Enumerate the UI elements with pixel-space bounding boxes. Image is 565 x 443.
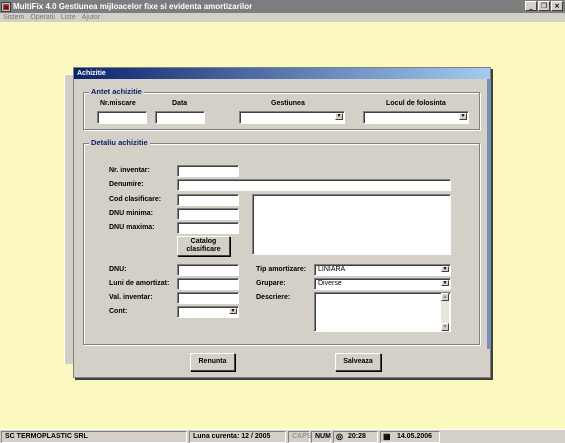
scroll-up-icon[interactable]: ▲ — [441, 293, 449, 301]
date-value: 14.05.2006 — [397, 433, 433, 440]
detaliu-legend: Detaliu achizitie — [89, 138, 150, 147]
dnu-minima-input[interactable] — [177, 208, 239, 220]
grupare-value: Diverse — [318, 280, 342, 287]
tip-amortizare-select[interactable]: LINIARA ▼ — [314, 264, 451, 276]
chevron-down-icon[interactable]: ▼ — [229, 308, 237, 314]
antet-group: Antet achizitie Nr.miscare Data Gestiune… — [83, 87, 480, 130]
cod-clasificare-input[interactable] — [177, 194, 239, 206]
antet-legend: Antet achizitie — [89, 87, 144, 96]
clock-icon: ◎ — [336, 432, 343, 441]
company-name: SC TERMOPLASTIC SRL — [1, 431, 187, 443]
dnu-label: DNU: — [109, 266, 127, 273]
chevron-down-icon[interactable]: ▼ — [441, 280, 449, 286]
tip-amortizare-value: LINIARA — [318, 266, 346, 273]
denumire-label: Denumire: — [109, 181, 144, 188]
scroll-down-icon[interactable]: ▼ — [441, 323, 449, 331]
luna-curenta: Luna curenta: 12 / 2005 — [189, 431, 286, 443]
dnu-input[interactable] — [177, 264, 239, 276]
val-inventar-label: Val. inventar: — [109, 294, 153, 301]
menu-sistem[interactable]: Sistem — [3, 14, 24, 21]
statusbar: SC TERMOPLASTIC SRL Luna curenta: 12 / 2… — [0, 429, 565, 443]
num-indicator: NUM — [311, 431, 331, 443]
tip-amortizare-label: Tip amortizare: — [256, 266, 307, 273]
grupare-select[interactable]: Diverse ▼ — [314, 278, 451, 290]
chevron-down-icon[interactable]: ▼ — [335, 113, 343, 120]
locul-select[interactable]: ▼ — [363, 111, 469, 124]
descriere-label: Descriere: — [256, 294, 291, 301]
date-display: ▦ 14.05.2006 — [380, 431, 440, 443]
dnu-minima-label: DNU minima: — [109, 210, 153, 217]
gestiunea-label: Gestiunea — [271, 100, 305, 107]
renunta-button[interactable]: Renunta — [190, 353, 235, 371]
detaliu-group: Detaliu achizitie Nr. inventar: Denumire… — [83, 138, 480, 345]
background-window-edge — [64, 74, 73, 364]
menubar: Sistem Operatii Liste Ajutor — [0, 13, 565, 22]
luni-label: Luni de amortizat: — [109, 280, 170, 287]
cont-label: Cont: — [109, 308, 128, 315]
nr-miscare-input[interactable] — [97, 111, 147, 124]
minimize-button[interactable]: _ — [525, 1, 537, 11]
close-button[interactable]: × — [551, 1, 563, 11]
achizitie-dialog: Achizitie Antet achizitie Nr.miscare Dat… — [73, 67, 491, 378]
cont-select[interactable]: ▼ — [177, 306, 239, 318]
descriere-textarea[interactable] — [314, 292, 451, 332]
chevron-down-icon[interactable]: ▼ — [459, 113, 467, 120]
nr-inventar-input[interactable] — [177, 165, 239, 177]
window-title: MultiFix 4.0 Gestiunea mijloacelor fixe … — [13, 2, 253, 11]
locul-label: Locul de folosinta — [386, 100, 446, 107]
descriere-scrollbar[interactable]: ▲ ▼ — [441, 293, 449, 331]
caps-indicator: CAPS — [288, 431, 311, 443]
data-label: Data — [172, 100, 188, 107]
restore-button[interactable]: ❐ — [538, 1, 550, 11]
denumire-input[interactable] — [177, 179, 451, 191]
dialog-edge-strip — [487, 79, 491, 349]
luni-input[interactable] — [177, 278, 239, 290]
grupare-label: Grupare: — [256, 280, 286, 287]
menu-operatii[interactable]: Operatii — [30, 14, 55, 21]
chevron-down-icon[interactable]: ▼ — [441, 266, 449, 272]
gestiunea-select[interactable]: ▼ — [239, 111, 345, 124]
dnu-maxima-input[interactable] — [177, 222, 239, 234]
clasificare-description-box — [252, 194, 451, 255]
data-input[interactable] — [155, 111, 205, 124]
cod-clasificare-label: Cod clasificare: — [109, 196, 162, 203]
menu-ajutor[interactable]: Ajutor — [82, 14, 100, 21]
dnu-maxima-label: DNU maxima: — [109, 224, 155, 231]
time-value: 20:28 — [348, 433, 366, 440]
salveaza-button[interactable]: Salveaza — [335, 353, 381, 371]
window-controls: _ ❐ × — [525, 1, 563, 11]
dialog-title: Achizitie — [74, 68, 490, 79]
nr-miscare-label: Nr.miscare — [100, 100, 136, 107]
val-inventar-input[interactable] — [177, 292, 239, 304]
window-titlebar: ▣ MultiFix 4.0 Gestiunea mijloacelor fix… — [0, 0, 565, 13]
catalog-clasificare-button[interactable]: Catalog clasificare — [177, 236, 230, 256]
menu-liste[interactable]: Liste — [61, 14, 76, 21]
multifix-app-icon: ▣ — [1, 1, 11, 12]
calendar-icon: ▦ — [383, 432, 391, 441]
nr-inventar-label: Nr. inventar: — [109, 167, 150, 174]
time-display: ◎ 20:28 — [333, 431, 378, 443]
